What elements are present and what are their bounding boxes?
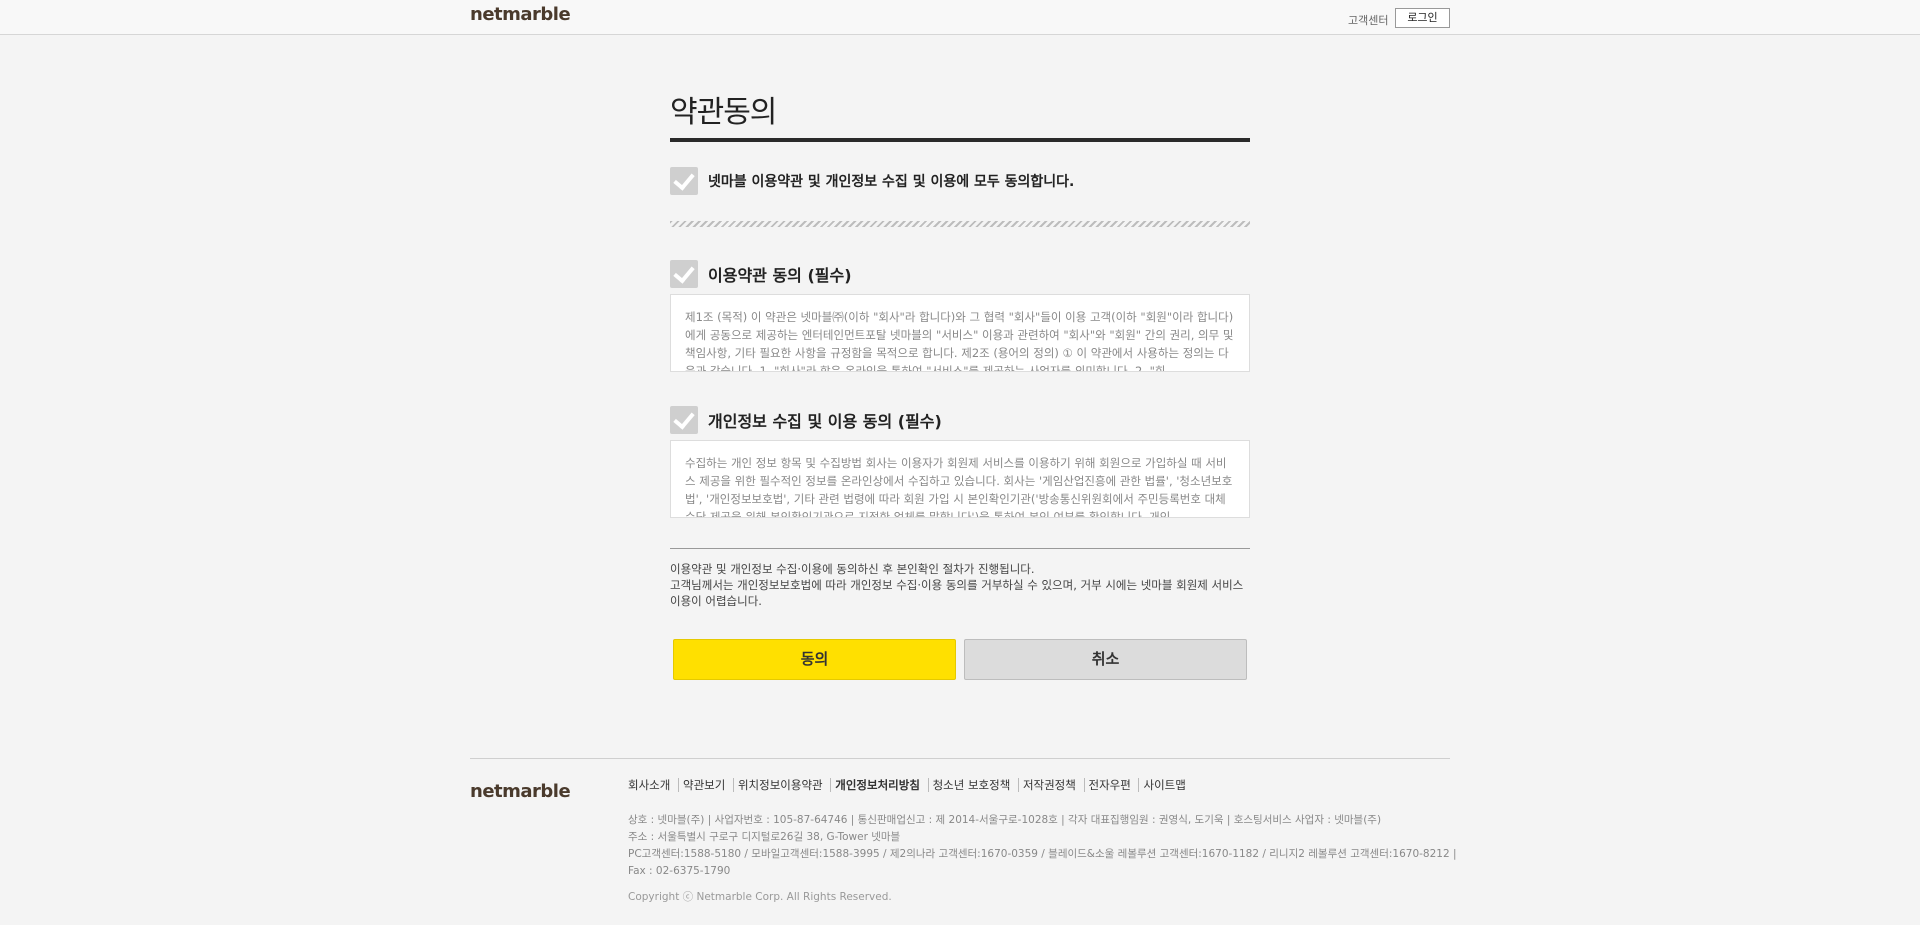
footer: netmarble 회사소개 약관보기 위치정보이용약관 개인정보처리방침 청소…	[470, 758, 1457, 903]
footer-logo: netmarble	[470, 781, 571, 802]
top-bar: netmarble 고객센터 로그인	[0, 0, 1920, 35]
agree-button[interactable]: 동의	[673, 639, 956, 680]
footer-links: 회사소개 약관보기 위치정보이용약관 개인정보처리방침 청소년 보호정책 저작권…	[628, 777, 1190, 793]
notice-line-2: 고객님께서는 개인정보보호법에 따라 개인정보 수집·이용 동의를 거부하실 수…	[670, 578, 1244, 608]
terms-agree-row[interactable]: 이용약관 동의 (필수)	[670, 260, 1250, 288]
page-title: 약관동의	[670, 95, 777, 130]
notice-line-1: 이용약관 및 개인정보 수집·이용에 동의하신 후 본인확인 절차가 진행됩니다…	[670, 562, 1035, 576]
company-info: 상호 : 넷마블(주) | 사업자번호 : 105-87-64746 | 통신판…	[628, 812, 1457, 880]
footer-link-privacy[interactable]: 개인정보처리방침	[830, 778, 924, 792]
agreement-form: 약관동의 넷마블 이용약관 및 개인정보 수집 및 이용에 모두 동의합니다. …	[670, 35, 1250, 680]
customer-center-link[interactable]: 고객센터	[1348, 12, 1388, 28]
button-group: 동의 취소	[670, 639, 1250, 680]
company-info-line-3: PC고객센터:1588-5180 / 모바일고객센터:1588-3995 / 제…	[628, 848, 1457, 860]
company-info-line-1: 상호 : 넷마블(주) | 사업자번호 : 105-87-64746 | 통신판…	[628, 814, 1382, 826]
footer-link-terms[interactable]: 약관보기	[677, 778, 730, 792]
agree-all-label[interactable]: 넷마블 이용약관 및 개인정보 수집 및 이용에 모두 동의합니다.	[708, 171, 1074, 191]
footer-link-email[interactable]: 전자우편	[1083, 778, 1135, 792]
company-info-line-2: 주소 : 서울특별시 구로구 디지털로26길 38, G-Tower 넷마블	[628, 831, 901, 843]
copyright-text: Copyright ⓒ Netmarble Corp. All Rights R…	[628, 891, 892, 903]
bottom-divider	[670, 548, 1250, 549]
privacy-checkbox[interactable]	[670, 406, 698, 434]
netmarble-logo[interactable]: netmarble	[470, 4, 571, 25]
hatched-divider	[670, 221, 1250, 227]
agree-all-checkbox[interactable]	[670, 167, 698, 195]
login-button[interactable]: 로그인	[1395, 8, 1450, 28]
terms-text-box[interactable]: 제1조 (목적) 이 약관은 넷마블㈜(이하 "회사"라 합니다)와 그 협력 …	[670, 294, 1250, 372]
footer-link-copyright[interactable]: 저작권정책	[1017, 778, 1080, 792]
privacy-agree-row[interactable]: 개인정보 수집 및 이용 동의 (필수)	[670, 406, 1250, 434]
footer-link-sitemap[interactable]: 사이트맵	[1138, 778, 1190, 792]
terms-label[interactable]: 이용약관 동의 (필수)	[708, 262, 852, 286]
privacy-label[interactable]: 개인정보 수집 및 이용 동의 (필수)	[708, 408, 942, 432]
footer-link-company[interactable]: 회사소개	[628, 778, 674, 792]
agreement-notice: 이용약관 및 개인정보 수집·이용에 동의하신 후 본인확인 절차가 진행됩니다…	[670, 561, 1250, 609]
footer-link-youth[interactable]: 청소년 보호정책	[927, 778, 1015, 792]
company-info-line-4: Fax : 02-6375-1790	[628, 865, 731, 877]
cancel-button[interactable]: 취소	[964, 639, 1247, 680]
agree-all-row[interactable]: 넷마블 이용약관 및 개인정보 수집 및 이용에 모두 동의합니다.	[670, 167, 1250, 195]
privacy-text-box[interactable]: 수집하는 개인 정보 항목 및 수집방법 회사는 이용자가 회원제 서비스를 이…	[670, 440, 1250, 518]
terms-checkbox[interactable]	[670, 260, 698, 288]
title-divider	[670, 138, 1250, 142]
footer-link-location-terms[interactable]: 위치정보이용약관	[732, 778, 827, 792]
